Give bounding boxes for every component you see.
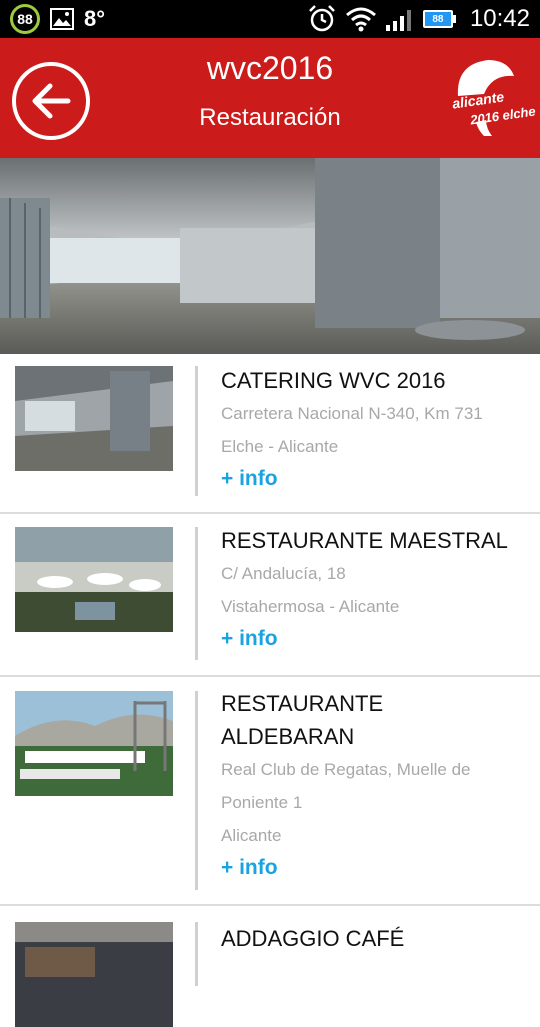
item-address: Real Club de Regatas, Muelle de [221, 760, 471, 779]
list-item[interactable]: CATERING WVC 2016 Carretera Nacional N-3… [0, 354, 540, 514]
thumbnail [15, 366, 173, 471]
status-left: 88 8° [10, 4, 105, 34]
item-address: C/ Andalucía, 18 [221, 564, 346, 583]
battery-icon: 88 [422, 10, 456, 28]
app-header: wvc2016 Restauración alicante 2016 elche [0, 38, 540, 158]
status-bar: 88 8° 88 10:42 [0, 0, 540, 38]
wifi-icon [345, 7, 376, 32]
item-address: Poniente 1 [221, 793, 303, 812]
item-title: RESTAURANTE MAESTRAL [221, 528, 508, 553]
gallery-icon [50, 8, 74, 30]
item-address: Alicante [221, 826, 282, 845]
list-item[interactable]: ADDAGGIO CAFÉ [0, 906, 540, 1027]
item-address: Carretera Nacional N-340, Km 731 [221, 404, 483, 423]
notification-badge: 88 [10, 4, 40, 34]
venue-hall-photo [0, 158, 540, 354]
event-logo: alicante 2016 elche [448, 56, 540, 146]
thumbnail [15, 922, 173, 1027]
item-title: ALDEBARAN [221, 724, 355, 749]
status-right: 88 10:42 [307, 3, 530, 35]
restaurant-list: CATERING WVC 2016 Carretera Nacional N-3… [0, 354, 540, 1027]
signal-icon [385, 10, 411, 31]
temperature-text: 8° [84, 6, 106, 31]
clock-time: 10:42 [469, 5, 530, 32]
item-title: ADDAGGIO CAFÉ [221, 926, 405, 951]
more-info-link[interactable]: + info [221, 852, 520, 884]
list-item[interactable]: RESTAURANTE ALDEBARAN Real Club de Regat… [0, 677, 540, 906]
more-info-link[interactable]: + info [221, 463, 520, 495]
item-address: Elche - Alicante [221, 437, 339, 456]
list-item[interactable]: RESTAURANTE MAESTRAL C/ Andalucía, 18 Vi… [0, 514, 540, 677]
thumbnail [15, 691, 173, 796]
more-info-link[interactable]: + info [221, 623, 520, 655]
hero-image [0, 158, 540, 354]
item-title: CATERING WVC 2016 [221, 368, 446, 393]
item-address: Vistahermosa - Alicante [221, 597, 400, 616]
alarm-clock-icon [309, 5, 335, 32]
thumbnail [15, 527, 173, 632]
item-title: RESTAURANTE [221, 691, 384, 716]
